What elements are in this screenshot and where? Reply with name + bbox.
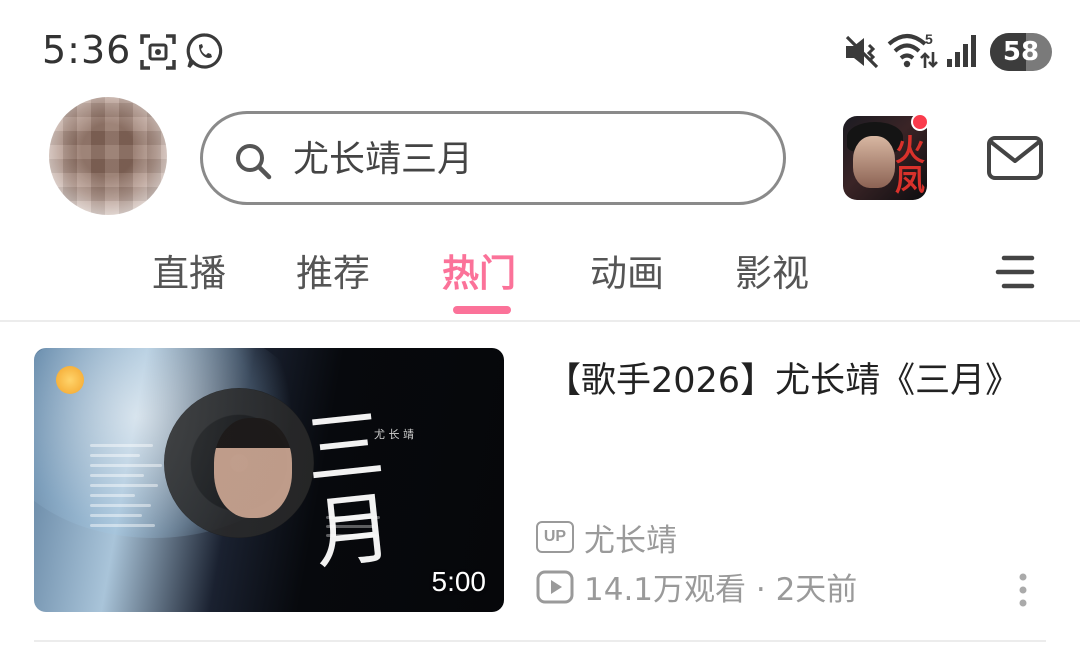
- thumbnail-singer: [214, 418, 292, 518]
- thumbnail-credits-right: [326, 516, 386, 543]
- notification-dot: [911, 113, 929, 131]
- status-bar: 5:36 5 58: [0, 0, 1080, 100]
- battery-level: 58: [1002, 37, 1040, 67]
- more-options-icon[interactable]: [1013, 573, 1033, 607]
- search-input[interactable]: 尤长靖三月: [200, 111, 786, 205]
- wifi-badge: 5: [925, 31, 933, 47]
- search-icon: [236, 144, 272, 180]
- active-tab-indicator: [453, 306, 511, 314]
- tab-live[interactable]: 直播: [152, 250, 226, 298]
- uploader-name[interactable]: 尤长靖: [584, 520, 677, 562]
- game-logo-text: 火凤: [889, 134, 924, 194]
- search-query-text: 尤长靖三月: [293, 139, 474, 180]
- video-stats: 14.1万观看 · 2天前: [584, 572, 858, 608]
- wifi-icon: 5: [887, 31, 938, 68]
- tab-film-tv[interactable]: 影视: [735, 250, 809, 298]
- screenshot-icon: [140, 34, 176, 70]
- whatsapp-icon: [186, 33, 223, 69]
- mute-icon: [845, 35, 879, 69]
- video-duration: 5:00: [431, 566, 487, 597]
- thumbnail-logo: [56, 366, 84, 394]
- mail-icon[interactable]: [986, 135, 1044, 181]
- card-divider: [34, 640, 1046, 642]
- video-thumbnail[interactable]: 三月 尤 长 靖 5:00: [34, 348, 504, 612]
- tabs-divider: [0, 320, 1080, 322]
- up-icon: UP: [536, 521, 574, 553]
- user-avatar[interactable]: [49, 97, 167, 215]
- video-title[interactable]: 【歌手2026】尤长靖《三月》: [546, 356, 1046, 406]
- tab-hot[interactable]: 热门: [442, 250, 516, 298]
- tab-anime[interactable]: 动画: [590, 250, 664, 298]
- thumbnail-artist: 尤 长 靖: [374, 428, 414, 441]
- status-time: 5:36: [42, 28, 132, 72]
- menu-icon[interactable]: [994, 252, 1036, 292]
- signal-icon: [947, 35, 976, 67]
- up-badge-label: UP: [543, 528, 567, 545]
- tab-recommend[interactable]: 推荐: [296, 250, 370, 298]
- battery-icon: 58: [990, 33, 1052, 71]
- play-count-icon: [536, 570, 574, 604]
